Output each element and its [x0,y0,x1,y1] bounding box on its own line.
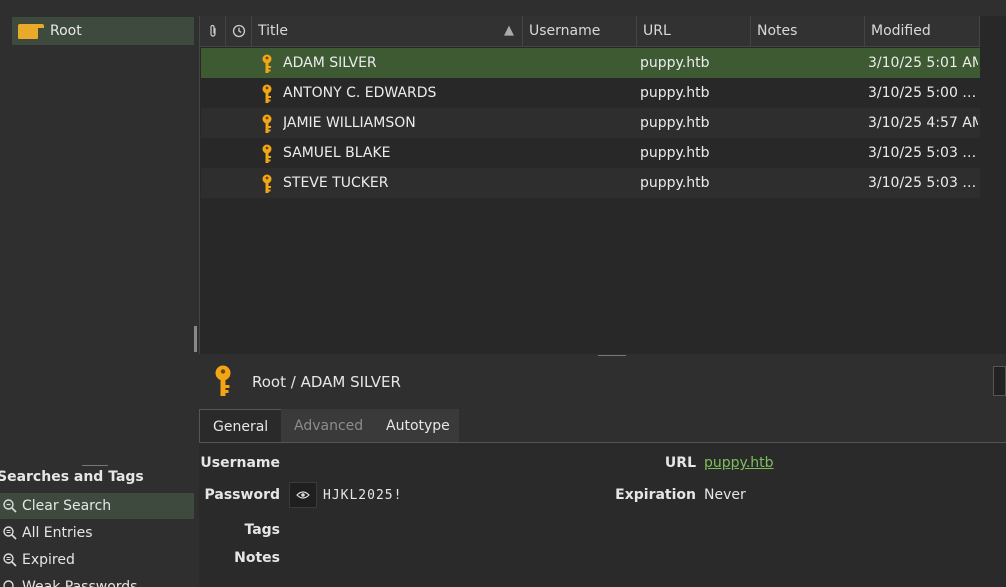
sidebar: Root Searches and Tags Clear Search All … [0,0,196,587]
search-item-clear-search[interactable]: Clear Search [0,493,194,519]
cell-modified: 3/10/25 5:03 … [868,175,977,191]
search-item-label: Expired [22,552,75,568]
table-row[interactable]: JAMIE WILLIAMSON puppy.htb 3/10/25 4:57 … [201,108,980,138]
key-icon [262,174,272,193]
search-item-weak-passwords[interactable]: Weak Passwords [0,574,194,587]
tab-advanced[interactable]: Advanced [281,409,377,443]
expiration-value: Never [704,487,746,503]
column-username-label: Username [529,23,601,39]
column-header-notes[interactable]: Notes [751,16,865,47]
clock-icon [232,24,245,38]
search-item-label: Weak Passwords [22,579,138,587]
cell-url: puppy.htb [640,145,710,161]
table-row[interactable]: ADAM SILVER puppy.htb 3/10/25 5:01 AM [201,48,980,78]
password-label: Password [204,487,280,503]
sort-ascending-icon: ▲ [504,23,514,38]
cell-modified: 3/10/25 5:01 AM [868,55,978,71]
key-icon [262,54,272,73]
sidebar-splitter-handle[interactable] [82,465,108,466]
column-header-modified[interactable]: Modified [865,16,980,47]
toggle-password-visibility-button[interactable] [289,482,317,508]
column-notes-label: Notes [757,23,798,39]
key-icon [215,365,231,396]
column-header-username[interactable]: Username [523,16,637,47]
key-icon [262,84,272,103]
table-row[interactable]: STEVE TUCKER puppy.htb 3/10/25 5:03 … [201,168,980,198]
search-item-label: All Entries [22,525,93,541]
cell-url: puppy.htb [640,115,710,131]
cell-title: JAMIE WILLIAMSON [283,115,416,131]
cell-modified: 3/10/25 5:00 … [868,85,977,101]
expiration-label: Expiration [615,487,696,503]
search-clear-icon [3,499,17,513]
collapse-preview-button[interactable] [993,366,1006,396]
cell-modified: 3/10/25 5:03 … [868,145,977,161]
column-header-attachment[interactable] [200,16,226,47]
entry-detail-header: Root / ADAM SILVER [199,356,1006,408]
search-item-label: Clear Search [22,498,112,514]
paperclip-icon [209,24,216,37]
search-icon [3,580,14,587]
password-value: HJKL2025! [323,488,403,503]
entry-path: Root / ADAM SILVER [252,373,401,391]
entry-table: Title ▲ Username URL Notes Modified ADAM… [199,16,1006,354]
column-url-label: URL [643,23,671,39]
column-header-expiry[interactable] [226,16,252,47]
search-item-all-entries[interactable]: All Entries [0,520,194,546]
search-icon [3,553,17,567]
tab-autotype-label: Autotype [386,418,450,434]
search-item-expired[interactable]: Expired [0,547,194,573]
key-icon [262,114,272,133]
url-label: URL [664,455,696,471]
tab-general-label: General [213,418,269,435]
tags-label: Tags [244,522,280,538]
cell-url: puppy.htb [640,85,710,101]
group-root-label: Root [50,23,82,39]
cell-title: ADAM SILVER [283,55,377,71]
searches-and-tags-title: Searches and Tags [0,469,144,485]
eye-icon [296,491,310,499]
column-title-label: Title [258,23,289,39]
cell-title: SAMUEL BLAKE [283,145,391,161]
notes-label: Notes [234,550,280,566]
search-icon [3,526,17,540]
column-header-url[interactable]: URL [637,16,751,47]
username-label: Username [200,455,280,471]
vertical-splitter-handle[interactable] [194,326,197,352]
folder-icon [18,24,44,39]
cell-title: ANTONY C. EDWARDS [283,85,437,101]
tab-advanced-label: Advanced [294,418,364,434]
key-icon [262,144,272,163]
column-header-title[interactable]: Title ▲ [252,16,523,47]
cell-modified: 3/10/25 4:57 AM [868,115,978,131]
column-modified-label: Modified [871,23,931,39]
cell-url: puppy.htb [640,55,710,71]
group-root[interactable]: Root [12,17,194,45]
table-row[interactable]: SAMUEL BLAKE puppy.htb 3/10/25 5:03 … [201,138,980,168]
cell-title: STEVE TUCKER [283,175,389,191]
tab-general[interactable]: General [199,409,283,443]
url-link[interactable]: puppy.htb [704,455,774,471]
tab-autotype[interactable]: Autotype [373,409,459,443]
cell-url: puppy.htb [640,175,710,191]
table-row[interactable]: ANTONY C. EDWARDS puppy.htb 3/10/25 5:00… [201,78,980,108]
